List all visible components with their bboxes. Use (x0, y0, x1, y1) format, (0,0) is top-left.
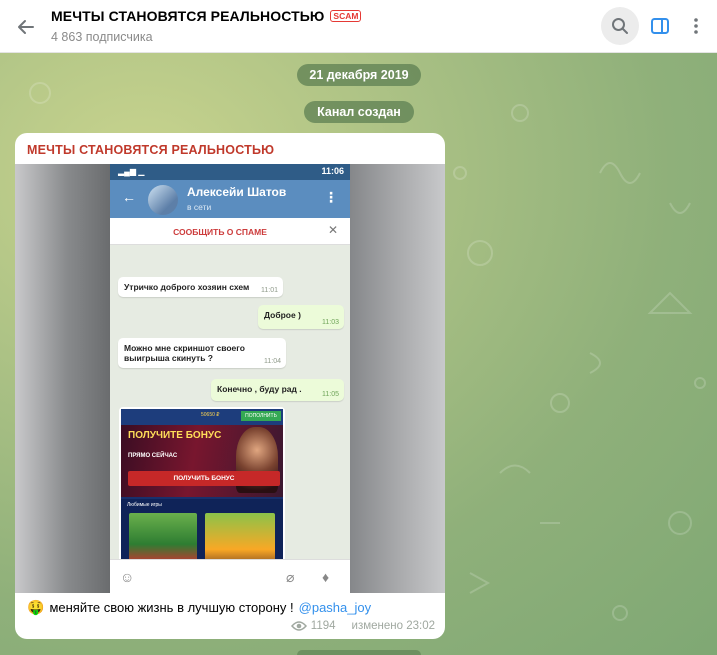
chat-screenshot: ▂▄▆ ▁ 11:06 ← Алексейи Шатов в сети ⋮ СО… (110, 164, 350, 593)
game-tile (205, 513, 275, 565)
phone-bubble-in: Утричко доброго хозяин схем 11:01 (118, 277, 283, 297)
chat-header: МЕЧТЫ СТАНОВЯТСЯ РЕАЛЬНОСТЬЮ SCAM 4 863 … (0, 0, 717, 53)
search-button[interactable] (601, 7, 639, 45)
phone-more-icon: ⋮ (324, 189, 338, 205)
close-icon: ✕ (327, 223, 338, 237)
mention-link[interactable]: @pasha_joy (299, 600, 371, 615)
date-separator: 21 декабря 2019 (297, 64, 421, 86)
casino-games: Любимые игры (121, 499, 283, 565)
channel-title: МЕЧТЫ СТАНОВЯТСЯ РЕАЛЬНОСТЬЮ (51, 8, 325, 24)
sidebar-toggle-button[interactable] (641, 7, 679, 45)
casino-image-bubble: 50650 ₽ ПОПОЛНИТЬ ПОЛУЧИТЕ БОНУС ПРЯМО С… (119, 407, 285, 567)
photo-blur-left (15, 164, 110, 593)
phone-status-bar: ▂▄▆ ▁ 11:06 (110, 164, 350, 180)
bubble-text: Можно мне скриншот своего выигрыша скину… (124, 343, 245, 363)
casino-headline: ПОЛУЧИТЕ БОНУС (128, 430, 222, 441)
photo-blur-right (350, 164, 445, 593)
bubble-time: 11:04 (264, 358, 281, 365)
game-tile (129, 513, 197, 565)
channel-post[interactable]: МЕЧТЫ СТАНОВЯТСЯ РЕАЛЬНОСТЬЮ ▂▄▆ ▁ 11:06… (15, 133, 445, 639)
post-photo[interactable]: ▂▄▆ ▁ 11:06 ← Алексейи Шатов в сети ⋮ СО… (15, 164, 445, 593)
casino-bonus-button: ПОЛУЧИТЬ БОНУС (128, 471, 280, 486)
attach-icon: ⌀ (286, 569, 295, 585)
signal-icon: ▂▄▆ ▁ (118, 167, 145, 176)
spam-label: СООБЩИТЬ О СПАМЕ (173, 227, 267, 237)
bubble-text: Утричко доброго хозяин схем (124, 282, 250, 292)
phone-bubble-out: Доброе ) 11:03 (258, 305, 344, 329)
subscriber-count: 4 863 подписчика (51, 30, 153, 44)
phone-time: 11:06 (321, 166, 344, 176)
phone-input-bar: ☺ ⌀ ♦ (110, 559, 350, 593)
phone-bubble-in: Можно мне скриншот своего выигрыша скину… (118, 338, 286, 368)
post-caption: 🤑 меняйте свою жизнь в лучшую сторону ! … (27, 599, 371, 616)
channel-info[interactable]: МЕЧТЫ СТАНОВЯТСЯ РЕАЛЬНОСТЬЮ SCAM 4 863 … (51, 8, 362, 44)
casino-screenshot: 50650 ₽ ПОПОЛНИТЬ ПОЛУЧИТЕ БОНУС ПРЯМО С… (121, 409, 283, 565)
post-meta: 1194 изменено 23:02 (290, 620, 435, 632)
bubble-time: 11:05 (322, 391, 339, 398)
mic-icon: ♦ (322, 569, 330, 585)
casino-deposit-button: ПОПОЛНИТЬ (241, 411, 281, 421)
view-count: 1194 (310, 620, 336, 632)
emoji-icon: ☺ (120, 569, 135, 585)
bubble-time: 11:03 (322, 319, 339, 326)
next-date-separator (297, 650, 421, 655)
arrow-left-icon (18, 20, 34, 34)
bubble-time: 11:01 (261, 287, 278, 294)
casino-topbar: 50650 ₽ ПОПОЛНИТЬ (121, 409, 283, 425)
back-button[interactable] (12, 13, 40, 41)
phone-back-icon: ← (122, 189, 136, 205)
avatar (148, 185, 178, 215)
casino-subline: ПРЯМО СЕЙЧАС (128, 453, 178, 459)
search-icon (612, 18, 628, 34)
phone-bubble-out: Конечно , буду рад . 11:05 (211, 379, 344, 401)
bubble-text: Конечно , буду рад . (217, 384, 302, 394)
money-face-emoji: 🤑 (27, 599, 45, 615)
edited-time: изменено 23:02 (351, 620, 435, 632)
more-button[interactable] (677, 7, 715, 45)
more-vertical-icon (694, 18, 698, 34)
casino-games-label: Любимые игры (127, 502, 162, 508)
phone-chat-bar: ← Алексейи Шатов в сети ⋮ (110, 180, 350, 218)
service-message: Канал создан (304, 101, 414, 123)
scam-badge: SCAM (330, 10, 362, 22)
spam-bar: СООБЩИТЬ О СПАМЕ ✕ (110, 218, 350, 245)
bubble-text: Доброе ) (264, 310, 301, 320)
contact-name: Алексейи Шатов (187, 185, 287, 199)
caption-text: меняйте свою жизнь в лучшую сторону ! (49, 600, 294, 615)
contact-status: в сети (187, 202, 212, 212)
sidebar-toggle-icon (651, 18, 669, 34)
casino-balance: 50650 ₽ (201, 412, 220, 418)
eye-icon (290, 621, 307, 631)
post-author: МЕЧТЫ СТАНОВЯТСЯ РЕАЛЬНОСТЬЮ (27, 143, 275, 157)
chat-area[interactable]: 21 декабря 2019 Канал создан МЕЧТЫ СТАНО… (0, 53, 717, 655)
